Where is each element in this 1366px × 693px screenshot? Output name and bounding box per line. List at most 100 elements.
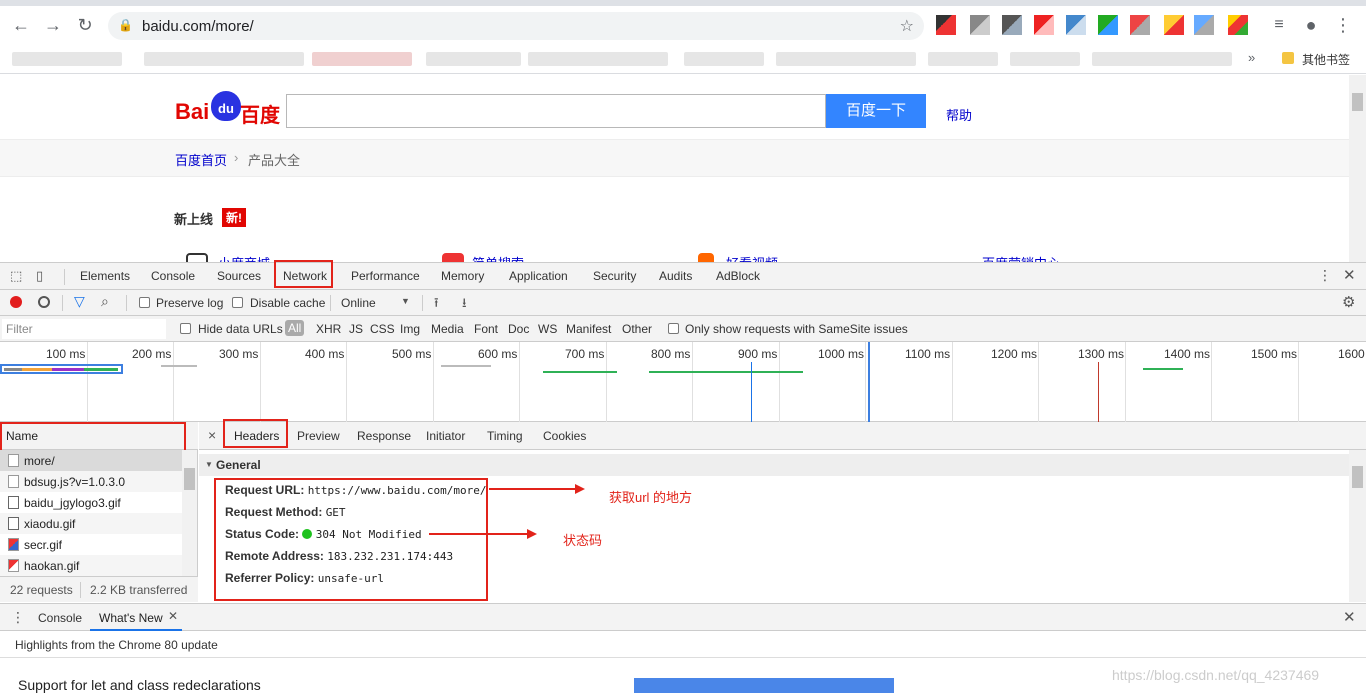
- scrollbar-thumb[interactable]: [1352, 466, 1363, 488]
- bookmark-item[interactable]: [312, 52, 412, 66]
- bookmark-item[interactable]: [12, 52, 122, 66]
- whats-new-thumbnail[interactable]: [634, 678, 894, 693]
- page-scrollbar[interactable]: [1349, 75, 1366, 262]
- bookmark-item[interactable]: [144, 52, 304, 66]
- request-row[interactable]: xiaodu.gif: [0, 513, 182, 534]
- type-filter-all[interactable]: All: [285, 320, 305, 336]
- extension-icon[interactable]: [1194, 15, 1214, 35]
- bookmark-item[interactable]: [684, 52, 764, 66]
- throttle-select[interactable]: Online: [341, 296, 376, 310]
- detail-scrollbar[interactable]: [1349, 450, 1366, 602]
- drawer-tab-whats-new[interactable]: What's New: [99, 611, 163, 625]
- preserve-log-checkbox[interactable]: [139, 297, 150, 308]
- disable-cache-checkbox[interactable]: [232, 297, 243, 308]
- bookmarks-overflow-icon[interactable]: »: [1248, 50, 1255, 65]
- expand-triangle-icon[interactable]: ▼: [205, 460, 213, 469]
- bookmark-item[interactable]: [528, 52, 668, 66]
- bookmark-item[interactable]: [928, 52, 998, 66]
- general-section-header[interactable]: ▼ General: [199, 454, 1349, 476]
- profile-avatar-icon[interactable]: ●: [1300, 14, 1322, 36]
- inspect-element-icon[interactable]: ⬚: [10, 268, 22, 284]
- filter-input[interactable]: Filter: [2, 319, 166, 339]
- type-filter-css[interactable]: CSS: [370, 322, 395, 336]
- product-link[interactable]: 小度商城: [218, 253, 270, 262]
- extension-icon[interactable]: [1130, 15, 1150, 35]
- product-link[interactable]: 百度营销中心: [982, 253, 1060, 262]
- devtools-menu-icon[interactable]: ⋮: [1318, 267, 1332, 284]
- device-toolbar-icon[interactable]: ▯: [36, 268, 43, 284]
- bookmark-item[interactable]: [1092, 52, 1232, 66]
- media-control-icon[interactable]: ≡: [1268, 14, 1290, 36]
- type-filter-other[interactable]: Other: [622, 322, 652, 336]
- forward-icon[interactable]: →: [42, 14, 64, 36]
- product-link[interactable]: 简单搜索: [472, 253, 524, 262]
- search-input[interactable]: [286, 94, 826, 128]
- back-icon[interactable]: ←: [10, 14, 32, 36]
- extension-icon[interactable]: [936, 15, 956, 35]
- help-link[interactable]: 帮助: [946, 105, 972, 124]
- close-detail-icon[interactable]: ×: [208, 427, 216, 443]
- drawer-menu-icon[interactable]: ⋮: [11, 609, 25, 626]
- extension-icon[interactable]: [1034, 15, 1054, 35]
- bookmark-item[interactable]: [426, 52, 521, 66]
- close-tab-icon[interactable]: ✕: [168, 609, 178, 623]
- request-row[interactable]: baidu_jgylogo3.gif: [0, 492, 182, 513]
- whats-new-item[interactable]: Support for let and class redeclarations: [18, 677, 261, 693]
- extension-icon[interactable]: [1098, 15, 1118, 35]
- type-filter-js[interactable]: JS: [349, 322, 363, 336]
- samesite-checkbox[interactable]: [668, 323, 679, 334]
- scrollbar-thumb[interactable]: [184, 468, 195, 490]
- tab-performance[interactable]: Performance: [351, 269, 420, 283]
- tab-application[interactable]: Application: [509, 269, 568, 283]
- type-filter-manifest[interactable]: Manifest: [566, 322, 611, 336]
- tab-response[interactable]: Response: [357, 429, 411, 443]
- type-filter-font[interactable]: Font: [474, 322, 498, 336]
- tab-elements[interactable]: Elements: [80, 269, 130, 283]
- extension-icon[interactable]: [1002, 15, 1022, 35]
- tab-cookies[interactable]: Cookies: [543, 429, 586, 443]
- address-bar[interactable]: 🔒 baidu.com/more/ ☆: [108, 12, 924, 40]
- request-row[interactable]: bdsug.js?v=1.0.3.0: [0, 471, 182, 492]
- bookmark-star-icon[interactable]: ☆: [900, 16, 914, 36]
- bookmark-item[interactable]: [1010, 52, 1080, 66]
- tab-audits[interactable]: Audits: [659, 269, 692, 283]
- product-link[interactable]: 好看视频: [726, 253, 778, 262]
- search-button[interactable]: 百度一下: [826, 94, 926, 128]
- clear-icon[interactable]: [38, 296, 50, 308]
- export-har-icon[interactable]: ⭳: [462, 294, 467, 316]
- search-icon[interactable]: ⌕: [101, 293, 109, 310]
- close-drawer-icon[interactable]: ✕: [1343, 608, 1356, 626]
- extension-icon[interactable]: [970, 15, 990, 35]
- request-list-scrollbar[interactable]: [182, 450, 197, 576]
- timeline-overview[interactable]: 100 ms 200 ms 300 ms 400 ms 500 ms 600 m…: [0, 342, 1366, 422]
- bookmark-item[interactable]: [776, 52, 916, 66]
- type-filter-media[interactable]: Media: [431, 322, 464, 336]
- gear-icon[interactable]: ⚙: [1342, 293, 1355, 311]
- tab-initiator[interactable]: Initiator: [426, 429, 465, 443]
- other-bookmarks[interactable]: 其他书签: [1302, 51, 1350, 68]
- close-devtools-icon[interactable]: ✕: [1343, 266, 1356, 284]
- extension-icon[interactable]: [1164, 15, 1184, 35]
- request-row[interactable]: secr.gif: [0, 534, 182, 555]
- type-filter-ws[interactable]: WS: [538, 322, 557, 336]
- tab-adblock[interactable]: AdBlock: [716, 269, 760, 283]
- tab-timing[interactable]: Timing: [487, 429, 523, 443]
- type-filter-xhr[interactable]: XHR: [316, 322, 341, 336]
- tab-sources[interactable]: Sources: [217, 269, 261, 283]
- address-url[interactable]: baidu.com/more/: [142, 18, 254, 35]
- request-row[interactable]: more/: [0, 450, 182, 471]
- drawer-tab-console[interactable]: Console: [38, 611, 82, 625]
- request-row[interactable]: haokan.gif: [0, 555, 182, 576]
- extension-icon[interactable]: [1228, 15, 1248, 35]
- filter-icon[interactable]: ▽: [74, 293, 85, 310]
- tab-preview[interactable]: Preview: [297, 429, 340, 443]
- type-filter-img[interactable]: Img: [400, 322, 420, 336]
- import-har-icon[interactable]: ⭱: [434, 294, 439, 316]
- tab-console[interactable]: Console: [151, 269, 195, 283]
- scrollbar-thumb[interactable]: [1352, 93, 1363, 111]
- tab-memory[interactable]: Memory: [441, 269, 484, 283]
- reload-icon[interactable]: ↻: [74, 14, 96, 36]
- extension-icon[interactable]: [1066, 15, 1086, 35]
- record-icon[interactable]: [10, 296, 22, 308]
- menu-icon[interactable]: ⋮: [1332, 14, 1354, 36]
